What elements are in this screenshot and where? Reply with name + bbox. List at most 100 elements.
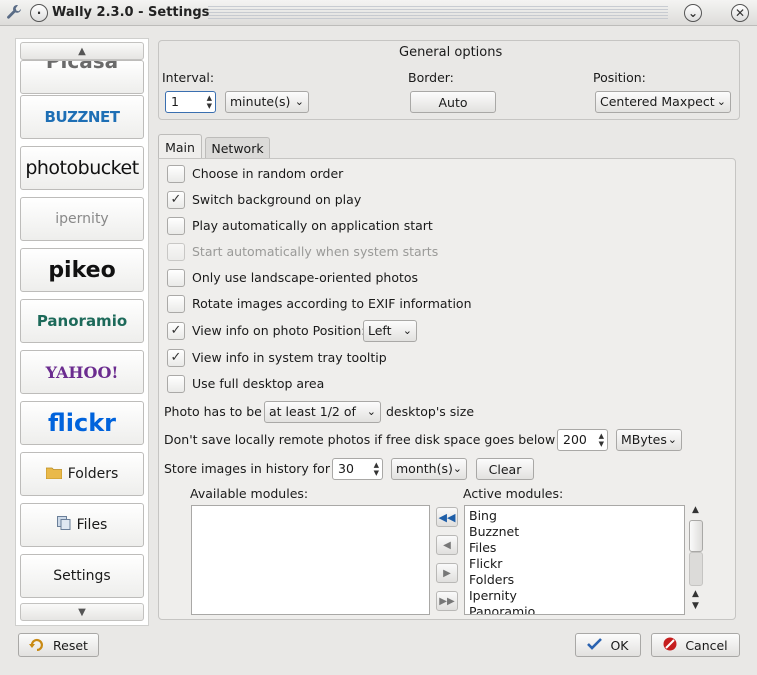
list-item[interactable]: Bing [469, 508, 497, 523]
exif-rotate-label: Rotate images according to EXIF informat… [192, 296, 472, 311]
photo-size-prefix: Photo has to be [164, 404, 262, 419]
active-modules-list[interactable]: Bing Buzznet Files Flickr Folders Iperni… [464, 505, 685, 615]
exif-rotate-checkbox[interactable] [167, 295, 185, 313]
sidebar-item-ipernity[interactable]: ipernity [20, 197, 144, 241]
full-desktop-checkbox[interactable] [167, 375, 185, 393]
reset-button[interactable]: Reset [18, 633, 99, 657]
clear-history-button[interactable]: Clear [476, 458, 534, 480]
available-modules-label: Available modules: [190, 486, 309, 501]
yahoo-logo: YAHOO! [45, 362, 119, 382]
scrollbar-thumb[interactable] [689, 520, 703, 552]
move-all-right-icon[interactable]: ▶▶ [436, 591, 458, 611]
active-modules-scrollbar[interactable]: ▲ ▲ ▼ [688, 505, 706, 615]
photo-size-suffix: desktop's size [386, 404, 475, 419]
list-item[interactable]: Buzznet [469, 524, 519, 539]
ok-button[interactable]: OK [575, 633, 641, 657]
chevron-down-icon: ⌄ [402, 324, 412, 337]
view-info-photo-label: View info on photo Position: [192, 323, 366, 338]
files-icon [56, 516, 71, 534]
scrollbar-track[interactable] [689, 552, 703, 586]
play-auto-checkbox[interactable] [167, 217, 185, 235]
tab-network[interactable]: Network [205, 137, 270, 158]
sidebar-item-panoramio[interactable]: Panoramio [20, 299, 144, 343]
minimize-button[interactable]: ⌄ [684, 4, 702, 22]
view-info-photo-checkbox[interactable]: ✓ [167, 322, 185, 340]
disk-space-unit-select[interactable]: MBytes ⌄ [616, 429, 682, 451]
buzznet-logo: BUZZNET [44, 108, 120, 126]
sidebar-item-flickr[interactable]: flickr [20, 401, 144, 445]
tray-tooltip-label: View info in system tray tooltip [192, 350, 387, 365]
sidebar[interactable]: ▲ Picasa BUZZNET photobucket ipernity pi… [15, 38, 149, 626]
scroll-up-icon[interactable]: ▲ [692, 589, 699, 599]
scroll-up-icon[interactable]: ▲ [692, 505, 699, 515]
photobucket-logo: photobucket [25, 157, 139, 179]
position-label: Position: [593, 70, 646, 85]
landscape-checkbox[interactable] [167, 269, 185, 287]
sidebar-item-yahoo[interactable]: YAHOO! [20, 350, 144, 394]
border-auto-button[interactable]: Auto [410, 91, 496, 113]
reset-icon [29, 637, 45, 654]
wrench-icon[interactable] [6, 4, 22, 24]
title-bar-decoration [208, 6, 668, 20]
available-modules-list[interactable] [191, 505, 430, 615]
scroll-down-icon[interactable]: ▼ [692, 601, 699, 611]
move-left-icon[interactable]: ◀ [436, 535, 458, 555]
disk-space-spinbox[interactable]: 200 ▲ ▼ [557, 429, 608, 451]
pikeo-logo: pikeo [48, 257, 116, 283]
close-button[interactable]: ✕ [731, 4, 749, 22]
landscape-label: Only use landscape-oriented photos [192, 270, 419, 285]
disk-space-label: Don't save locally remote photos if free… [164, 432, 556, 447]
tray-tooltip-checkbox[interactable]: ✓ [167, 349, 185, 367]
sidebar-scroll-down-icon[interactable]: ▼ [20, 603, 144, 621]
full-desktop-label: Use full desktop area [192, 376, 325, 391]
chevron-down-icon: ⌄ [716, 95, 726, 108]
switch-background-checkbox[interactable]: ✓ [167, 191, 185, 209]
checkmark-icon [587, 637, 603, 653]
sidebar-item-files[interactable]: Files [20, 503, 144, 547]
picasa-logo: Picasa [45, 60, 119, 73]
sidebar-item-photobucket[interactable]: photobucket [20, 146, 144, 190]
sidebar-item-pikeo[interactable]: pikeo [20, 248, 144, 292]
interval-spinbox[interactable]: 1 ▲ ▼ [165, 91, 216, 113]
title-bar[interactable]: · Wally 2.3.0 - Settings ⌄ ✕ [0, 0, 757, 26]
chevron-down-icon: ⌄ [366, 405, 376, 418]
position-select[interactable]: Centered Maxpect ⌄ [595, 91, 731, 113]
sidebar-scroll-up-icon[interactable]: ▲ [20, 42, 144, 60]
cancel-button[interactable]: Cancel [651, 633, 740, 657]
sidebar-item-picasa[interactable]: Picasa [20, 60, 144, 94]
interval-label: Interval: [162, 70, 215, 85]
list-item[interactable]: Panoramio [469, 604, 535, 614]
spin-arrows-icon[interactable]: ▲ ▼ [599, 432, 604, 448]
list-item[interactable]: Flickr [469, 556, 502, 571]
random-order-checkbox[interactable] [167, 165, 185, 183]
chevron-down-icon: ⌄ [294, 95, 304, 108]
list-item[interactable]: Folders [469, 572, 514, 587]
play-auto-label: Play automatically on application start [192, 218, 433, 233]
chevron-down-icon: ⌄ [452, 462, 462, 475]
spin-arrows-icon[interactable]: ▲ ▼ [207, 94, 212, 110]
flickr-logo: flickr [47, 409, 117, 437]
tab-main[interactable]: Main [158, 134, 202, 160]
history-spinbox[interactable]: 30 ▲ ▼ [332, 458, 383, 480]
start-system-checkbox[interactable] [167, 243, 185, 261]
interval-unit-select[interactable]: minute(s) ⌄ [225, 91, 309, 113]
info-position-select[interactable]: Left ⌄ [363, 320, 417, 342]
sidebar-item-label: Folders [67, 466, 119, 482]
folder-icon [45, 466, 63, 483]
spin-arrows-icon[interactable]: ▲ ▼ [374, 461, 379, 477]
panoramio-logo: Panoramio [36, 312, 128, 330]
active-modules-label: Active modules: [463, 486, 564, 501]
general-options-title: General options [399, 45, 503, 60]
menu-circle-icon[interactable]: · [30, 4, 48, 22]
move-all-left-icon[interactable]: ◀◀ [436, 507, 458, 527]
sidebar-item-settings[interactable]: Settings [20, 554, 144, 598]
move-right-icon[interactable]: ▶ [436, 563, 458, 583]
list-item[interactable]: Files [469, 540, 496, 555]
history-unit-select[interactable]: month(s) ⌄ [391, 458, 467, 480]
start-system-label: Start automatically when system starts [192, 244, 439, 259]
list-item[interactable]: Ipernity [469, 588, 517, 603]
photo-size-select[interactable]: at least 1/2 of ⌄ [264, 401, 381, 423]
sidebar-item-buzznet[interactable]: BUZZNET [20, 95, 144, 139]
sidebar-item-folders[interactable]: Folders [20, 452, 144, 496]
cancel-icon [663, 637, 677, 654]
